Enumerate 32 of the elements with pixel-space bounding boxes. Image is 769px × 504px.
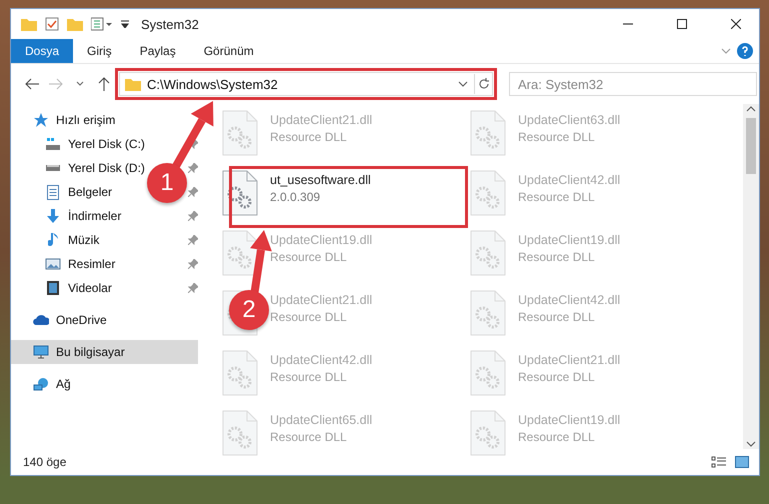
nav-item[interactable]: Resimler <box>11 252 122 276</box>
file-detail: Resource DLL <box>518 130 596 144</box>
address-path: C:\Windows\System32 <box>147 76 279 92</box>
ribbon-tab[interactable]: Paylaş <box>126 39 190 63</box>
item-count: 140 öge <box>23 455 66 469</box>
file-detail: Resource DLL <box>270 250 348 264</box>
file-detail: Resource DLL <box>518 370 596 384</box>
file-detail: Resource DLL <box>518 190 596 204</box>
file-detail: Resource DLL <box>270 310 348 324</box>
nav-item[interactable]: OneDrive <box>11 308 113 332</box>
file-name[interactable]: ut_usesoftware.dll <box>270 173 371 187</box>
address-bar[interactable]: C:\Windows\System32 <box>119 72 493 96</box>
nav-item[interactable]: Belgeler <box>11 180 118 204</box>
nav-item[interactable]: Yerel Disk (C:) <box>11 132 151 156</box>
file-detail: Resource DLL <box>270 130 348 144</box>
ribbon-tab[interactable]: Görünüm <box>190 39 268 63</box>
file-detail: Resource DLL <box>518 430 596 444</box>
nav-item[interactable]: Müzik <box>11 228 106 252</box>
ribbon-tab[interactable]: Dosya <box>11 39 74 63</box>
file-detail: Resource DLL <box>270 370 348 384</box>
nav-item[interactable]: Videolar <box>11 276 118 300</box>
ribbon-tab[interactable]: Giriş <box>73 39 126 63</box>
search-field[interactable]: Ara: System32 <box>509 72 757 96</box>
file-detail: Resource DLL <box>518 310 596 324</box>
nav-item[interactable]: İndirmeler <box>11 204 128 228</box>
file-detail: Resource DLL <box>518 250 596 264</box>
nav-item[interactable]: Hızlı erişim <box>11 108 122 132</box>
window-title: System32 <box>141 16 199 32</box>
nav-item[interactable]: Ağ <box>11 372 77 396</box>
nav-item[interactable]: Bu bilgisayar <box>11 340 198 364</box>
file-detail: Resource DLL <box>270 430 348 444</box>
file-detail: 2.0.0.309 <box>270 190 322 204</box>
